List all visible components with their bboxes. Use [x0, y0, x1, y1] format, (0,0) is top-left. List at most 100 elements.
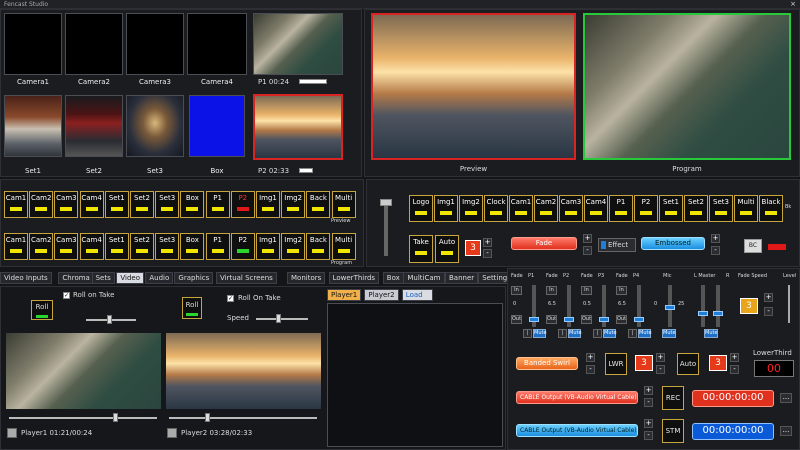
preview-btn-p1[interactable]: P1	[205, 233, 230, 260]
program-btn-cam4[interactable]: Cam4	[79, 191, 104, 218]
overlay-btn-cam1[interactable]: Cam1	[509, 195, 533, 222]
player2-play-button[interactable]	[167, 428, 177, 438]
set3-monitor[interactable]	[126, 95, 184, 157]
transition-prev-button[interactable]: -	[583, 246, 592, 255]
close-icon[interactable]: ×	[790, 0, 796, 9]
program-btn-p1[interactable]: P1	[205, 191, 230, 218]
speed-down-button[interactable]: -	[483, 249, 492, 258]
effect-toggle[interactable]: Effect	[598, 238, 636, 252]
effect-prev-button[interactable]: -	[711, 246, 720, 255]
cable1-down-button[interactable]: -	[644, 398, 653, 407]
overlay-btn-logo[interactable]: Logo	[409, 195, 433, 222]
box-monitor[interactable]	[189, 95, 245, 157]
auto-lwr-button[interactable]: Auto	[677, 353, 699, 375]
set2-monitor[interactable]	[65, 95, 123, 157]
program-monitor[interactable]	[583, 13, 791, 160]
player1-thumbnail[interactable]	[253, 13, 343, 75]
preview-btn-set3[interactable]: Set3	[155, 233, 180, 260]
stm-button[interactable]: STM	[662, 419, 684, 443]
overlay-btn-p1[interactable]: P1	[609, 195, 633, 222]
overlay-btn-black[interactable]: Black	[759, 195, 783, 222]
player2-roll-on-take-checkbox[interactable]: ✓	[227, 295, 234, 302]
p3-fader-knob[interactable]	[599, 317, 609, 322]
preview-btn-cam2[interactable]: Cam2	[29, 233, 54, 260]
program-btn-set1[interactable]: Set1	[104, 191, 129, 218]
program-btn-box[interactable]: Box	[180, 191, 205, 218]
p3-mute-button[interactable]: Mute	[603, 329, 617, 338]
preview-btn-multi[interactable]: Multi	[331, 233, 356, 260]
cable1-up-button[interactable]: +	[644, 386, 653, 395]
camera4-monitor[interactable]	[187, 13, 247, 75]
p4-mute-button[interactable]: Mute	[638, 329, 652, 338]
program-btn-img2[interactable]: Img2	[281, 191, 306, 218]
overlay-btn-cam3[interactable]: Cam3	[559, 195, 583, 222]
tab-multicam[interactable]: MultiCam	[403, 272, 445, 284]
p2-link-button[interactable]: |	[558, 329, 567, 338]
p2-out-button[interactable]: Out	[546, 315, 557, 324]
p3-out-button[interactable]: Out	[581, 315, 592, 324]
rec-button[interactable]: REC	[662, 386, 684, 410]
program-btn-p2[interactable]: P2	[230, 191, 255, 218]
player1-video[interactable]	[6, 333, 161, 409]
overlay-btn-set3[interactable]: Set3	[709, 195, 733, 222]
program-btn-multi[interactable]: Multi	[331, 191, 356, 218]
player2-video[interactable]	[166, 333, 321, 409]
program-btn-back[interactable]: Back	[306, 191, 331, 218]
overlay-btn-cam4[interactable]: Cam4	[584, 195, 608, 222]
playlist-tab-player1[interactable]: Player1	[327, 289, 362, 301]
lwr-up-button[interactable]: +	[656, 353, 665, 362]
player1-roll-on-take-checkbox[interactable]: ✓	[63, 292, 70, 299]
program-btn-img1[interactable]: Img1	[256, 191, 280, 218]
tab-sets[interactable]: Sets	[91, 272, 115, 284]
tab-audio[interactable]: Audio	[145, 272, 174, 284]
overlay-btn-img1[interactable]: Img1	[434, 195, 458, 222]
tab-chroma[interactable]: Chroma	[58, 272, 94, 284]
tab-graphics[interactable]: Graphics	[174, 272, 214, 284]
playlist-tab-load-videos[interactable]: Load Videos	[401, 289, 434, 310]
playlist-box[interactable]	[327, 303, 503, 447]
preview-btn-cam4[interactable]: Cam4	[79, 233, 104, 260]
overlay-btn-set2[interactable]: Set2	[684, 195, 708, 222]
camera1-monitor[interactable]	[4, 13, 62, 75]
preview-btn-back[interactable]: Back	[306, 233, 331, 260]
fade-speed-up-button[interactable]: +	[764, 293, 773, 302]
tab-box[interactable]: Box	[382, 272, 404, 284]
cable2-down-button[interactable]: -	[644, 431, 653, 440]
overlay-btn-set1[interactable]: Set1	[659, 195, 683, 222]
transition-next-button[interactable]: +	[583, 234, 592, 243]
p4-fader-knob[interactable]	[634, 317, 644, 322]
master-mute-button[interactable]: Mute	[704, 329, 718, 338]
overlay-btn-img2[interactable]: Img2	[459, 195, 483, 222]
auto-button[interactable]: Auto	[435, 235, 459, 263]
tab-virtual-screens[interactable]: Virtual Screens	[216, 272, 277, 284]
preview-btn-cam1[interactable]: Cam1	[4, 233, 28, 260]
p1-fader-knob[interactable]	[529, 317, 539, 322]
program-btn-set3[interactable]: Set3	[155, 191, 180, 218]
effect-next-button[interactable]: +	[711, 234, 720, 243]
stm-more-button[interactable]: ...	[780, 426, 792, 436]
overlay-btn-cam2[interactable]: Cam2	[534, 195, 558, 222]
player2-seek-knob[interactable]	[204, 413, 210, 422]
transition-dropdown[interactable]: Fade	[511, 237, 577, 250]
cable-output-2-dropdown[interactable]: CABLE Output (VB-Audio Virtual Cable)	[516, 424, 638, 437]
speed-up-button[interactable]: +	[483, 238, 492, 247]
program-btn-cam3[interactable]: Cam3	[54, 191, 79, 218]
banded-next-button[interactable]: +	[586, 353, 595, 362]
program-btn-set2[interactable]: Set2	[130, 191, 154, 218]
p1-mute-button[interactable]: Mute	[533, 329, 547, 338]
p3-in-button[interactable]: In	[581, 286, 592, 295]
tab-monitors[interactable]: Monitors	[287, 272, 326, 284]
take-button[interactable]: Take	[409, 235, 433, 263]
preview-btn-set2[interactable]: Set2	[130, 233, 154, 260]
banded-swirl-dropdown[interactable]: Banded Swirl	[516, 357, 578, 370]
tab-video-inputs[interactable]: Video Inputs	[0, 272, 52, 284]
overlay-btn-p2[interactable]: P2	[634, 195, 658, 222]
set1-monitor[interactable]	[4, 95, 62, 157]
camera2-monitor[interactable]	[65, 13, 123, 75]
player1-play-button[interactable]	[7, 428, 17, 438]
t-bar-handle[interactable]	[380, 199, 392, 206]
preview-btn-box[interactable]: Box	[180, 233, 205, 260]
mic-mute-button[interactable]: Mute	[662, 329, 676, 338]
camera3-monitor[interactable]	[126, 13, 184, 75]
player2-thumbnail[interactable]	[253, 94, 343, 160]
